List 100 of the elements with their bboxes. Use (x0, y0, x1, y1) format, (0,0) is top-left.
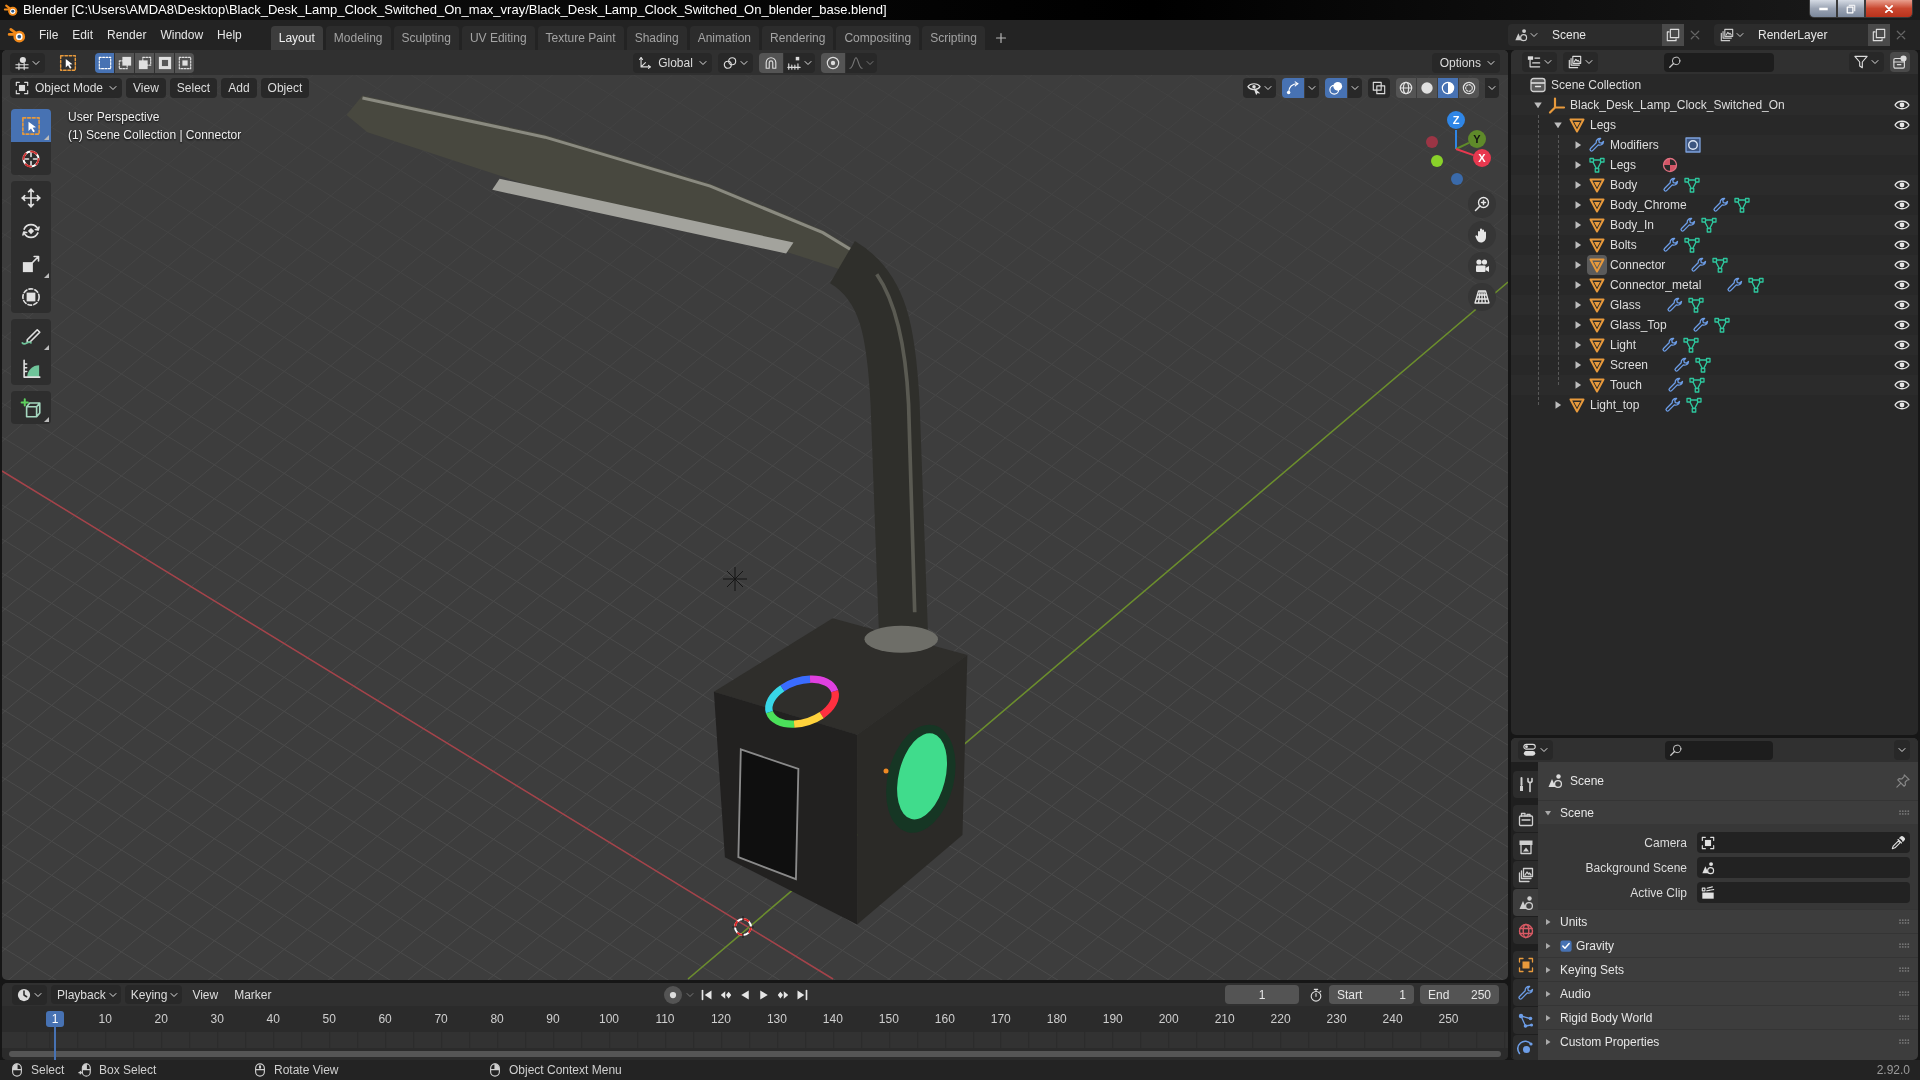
pin-icon[interactable] (1896, 774, 1910, 788)
item-name[interactable]: Legs (1590, 118, 1617, 132)
properties-tab[interactable] (1513, 771, 1538, 798)
view-layer-browse-button[interactable] (1714, 24, 1750, 46)
blender-logo-icon[interactable] (8, 26, 26, 44)
disclosure-triangle-icon[interactable] (1573, 200, 1583, 210)
properties-tab[interactable] (1513, 979, 1538, 1006)
menu-button[interactable]: Add (221, 77, 257, 98)
panel-header[interactable]: Rigid Body World (1538, 1005, 1918, 1029)
close-icon[interactable] (1895, 29, 1907, 41)
workspace-tab[interactable]: Compositing (836, 26, 920, 50)
menu-button[interactable]: Marker (228, 985, 278, 1004)
menu-button[interactable]: View (186, 985, 225, 1004)
scrollbar[interactable] (9, 1051, 1501, 1057)
properties-tab[interactable] (1513, 1035, 1538, 1060)
object-field[interactable] (1697, 832, 1910, 853)
panel-header[interactable]: Keying Sets (1538, 957, 1918, 981)
workspace-tab[interactable]: Animation (689, 26, 760, 50)
duplicate-button[interactable] (1868, 24, 1890, 46)
item-name[interactable]: Body (1610, 178, 1638, 192)
search-field[interactable] (1665, 740, 1773, 760)
pivot-point-dropdown[interactable] (717, 52, 753, 73)
projection-button[interactable] (1468, 283, 1496, 311)
menu-button[interactable]: Keying (124, 985, 183, 1004)
item-name[interactable]: Black_Desk_Lamp_Clock_Switched_On (1570, 98, 1785, 112)
item-name[interactable]: Touch (1610, 378, 1643, 392)
add-icon[interactable] (994, 32, 1007, 44)
properties-tab[interactable] (1513, 861, 1538, 888)
drag-handle-icon[interactable] (1899, 810, 1910, 815)
shading-mode-button[interactable] (1459, 77, 1479, 98)
properties-tab[interactable] (1513, 1007, 1538, 1034)
end-frame-field[interactable]: End 250 (1420, 985, 1499, 1004)
snap-target-dropdown[interactable] (783, 52, 815, 73)
start-frame-field[interactable]: Start 1 (1329, 985, 1414, 1004)
disclosure-triangle-icon[interactable] (1573, 240, 1583, 250)
dropdown-button[interactable] (1348, 77, 1362, 98)
shading-mode-button[interactable] (1396, 77, 1416, 98)
panel-title[interactable]: Keying Sets (1560, 962, 1625, 977)
close-icon[interactable] (1689, 29, 1701, 41)
overlays-toggle[interactable] (1325, 77, 1347, 98)
item-name[interactable]: Glass (1610, 298, 1641, 312)
axis-handle[interactable]: Z (1447, 111, 1465, 129)
select-mode-button[interactable] (155, 52, 174, 73)
options-dropdown[interactable]: Options (1431, 52, 1500, 73)
panel-title[interactable]: Custom Properties (1560, 1034, 1660, 1049)
panel-header[interactable]: Units (1538, 909, 1918, 933)
filter-layer-button[interactable] (1563, 52, 1598, 72)
menu-item[interactable]: Render (100, 24, 154, 46)
disclosure-triangle-icon[interactable] (1573, 160, 1583, 170)
drag-handle-icon[interactable] (1899, 1039, 1910, 1044)
panel-header[interactable]: Gravity (1538, 933, 1918, 957)
disclosure-triangle-icon[interactable] (1553, 400, 1563, 410)
workspace-tab[interactable]: Shading (626, 26, 687, 50)
item-name[interactable]: Glass_Top (1610, 318, 1667, 332)
close-button[interactable] (1865, 0, 1913, 18)
disclosure-triangle-icon[interactable] (1573, 360, 1583, 370)
axis-handle[interactable]: X (1473, 149, 1491, 167)
collection-name[interactable]: Scene Collection (1551, 78, 1642, 92)
transform-orientation-dropdown[interactable]: Global (633, 52, 712, 73)
checkbox[interactable] (1560, 939, 1572, 952)
workspace-tab[interactable]: Modeling (325, 26, 391, 50)
disclosure-triangle-icon[interactable] (1544, 941, 1552, 950)
visibility-toggle[interactable] (1243, 77, 1276, 98)
workspace-tab[interactable]: Sculpting (393, 26, 459, 50)
panel-header[interactable]: Audio (1538, 981, 1918, 1005)
jump-to-start-icon[interactable] (701, 988, 713, 1001)
axis-dot-icon[interactable] (1431, 155, 1443, 167)
disclosure-triangle-icon[interactable] (1544, 1037, 1552, 1046)
item-name[interactable]: Light (1610, 338, 1637, 352)
disclosure-triangle-icon[interactable] (1544, 989, 1552, 998)
workspace-tab[interactable]: Scripting (922, 26, 985, 50)
menu-button[interactable]: Select (169, 77, 218, 98)
disclosure-triangle-icon[interactable] (1573, 280, 1583, 290)
shading-mode-button[interactable] (1438, 77, 1458, 98)
play-icon[interactable] (758, 988, 770, 1001)
drag-handle-icon[interactable] (1899, 967, 1910, 972)
item-name[interactable]: Modifiers (1610, 138, 1659, 152)
select-mode-button[interactable] (95, 52, 114, 73)
disclosure-triangle-icon[interactable] (1553, 120, 1563, 130)
disclosure-triangle-icon[interactable] (1573, 260, 1583, 270)
properties-tab[interactable] (1513, 951, 1538, 978)
mode-dropdown[interactable]: Object Mode (10, 77, 123, 98)
properties-tab[interactable] (1513, 805, 1538, 832)
disclosure-triangle-icon[interactable] (1544, 917, 1552, 926)
new-collection-button[interactable] (1890, 52, 1910, 72)
properties-tab[interactable] (1513, 889, 1538, 916)
disclosure-triangle-icon[interactable] (1573, 140, 1583, 150)
item-name[interactable]: Connector (1610, 258, 1666, 272)
properties-tab[interactable] (1513, 917, 1538, 944)
item-name[interactable]: Body_Chrome (1610, 198, 1687, 212)
panel-title[interactable]: Units (1560, 914, 1588, 929)
drag-handle-icon[interactable] (1899, 991, 1910, 996)
filter-button[interactable] (1849, 52, 1884, 72)
disclosure-triangle-icon[interactable] (1573, 380, 1583, 390)
scene-name-field[interactable]: Scene (1544, 24, 1662, 46)
menu-button[interactable]: Object (260, 77, 310, 98)
menu-item[interactable]: Help (210, 24, 249, 46)
view-layer-name-field[interactable]: RenderLayer (1750, 24, 1868, 46)
dropdown-button[interactable] (1305, 77, 1319, 98)
menu-item[interactable]: File (32, 24, 66, 46)
